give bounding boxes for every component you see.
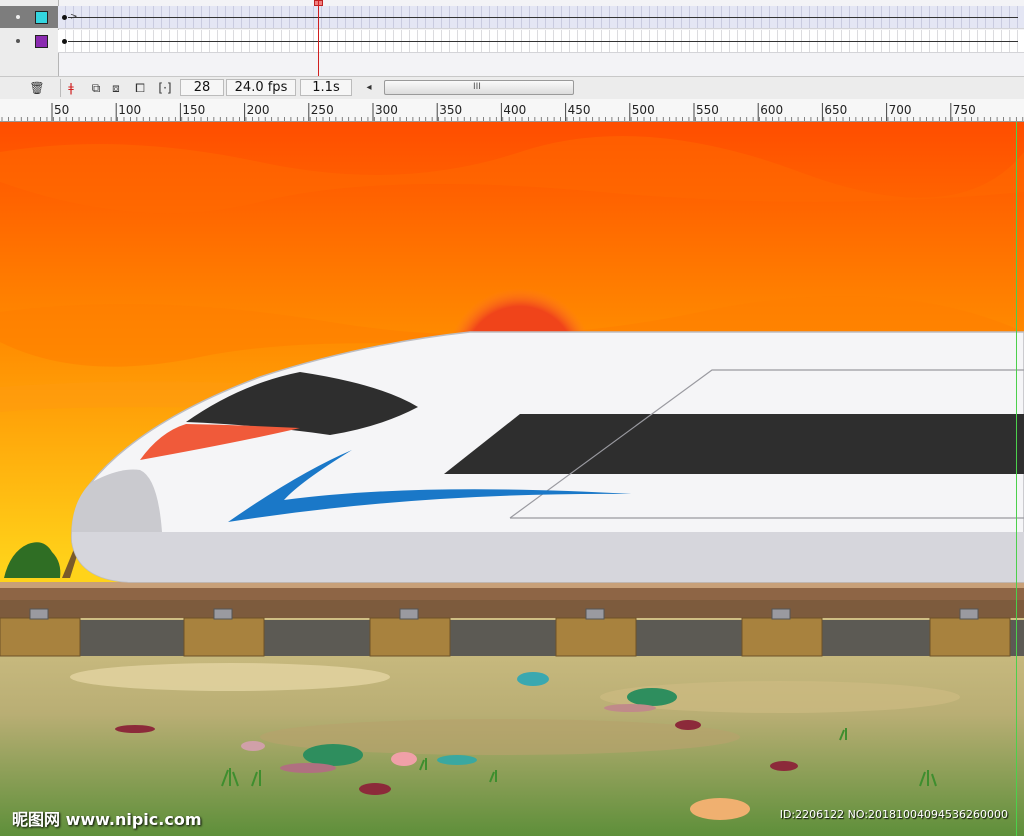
frame-grid[interactable]: >: [58, 0, 1024, 76]
pebble: [627, 688, 677, 706]
rail-sleeper: [369, 617, 451, 657]
keyframe-marker[interactable]: [62, 15, 67, 20]
pebble: [241, 741, 265, 751]
ruler-tick-label: 150: [182, 103, 205, 117]
layer-visibility-dot[interactable]: [16, 15, 20, 19]
stage-horizontal-ruler: 50 100 150 200 250 300 350 400 450 500 550 600 650 70…: [0, 99, 1024, 122]
ruler-tick-label: 500: [632, 103, 655, 117]
rail: [0, 582, 1024, 588]
layer-row-2[interactable]: [0, 30, 58, 52]
ruler-ticks: 50 100 150 200 250 300 350 400 450 500 550 600 650 70…: [1, 103, 1024, 121]
center-frame-icon[interactable]: ǂ: [64, 81, 78, 95]
layer-row-1[interactable]: [0, 6, 58, 28]
train-side-window-band: [444, 414, 1024, 474]
rail-sleeper: [741, 617, 823, 657]
pebble: [604, 704, 656, 712]
scrollbar-grip[interactable]: III: [473, 81, 481, 94]
scroll-left-arrow-icon[interactable]: ◂: [364, 81, 374, 95]
divider: [60, 79, 61, 97]
motion-tween-line: [68, 17, 1018, 18]
ruler-tick-label: 50: [54, 103, 69, 117]
rail-sleeper: [183, 617, 265, 657]
keyframe-marker[interactable]: [62, 39, 67, 44]
stage-edge-guide: [1016, 122, 1017, 836]
watermark-id: ID:2206122 NO:20181004094536260000: [779, 808, 1008, 821]
rail-sleeper: [929, 617, 1011, 657]
ruler-tick-label: 700: [889, 103, 912, 117]
frame-span-line: [68, 41, 1018, 42]
ruler-tick-label: 250: [311, 103, 334, 117]
pebble: [517, 672, 549, 686]
rail-bolt: [213, 608, 233, 620]
pebble: [770, 761, 798, 771]
watermark-logo: 昵图网 www.nipic.com: [12, 810, 202, 829]
layer-outline-color-swatch[interactable]: [35, 11, 48, 24]
modify-onion-markers-icon[interactable]: [·]: [156, 81, 174, 95]
edit-multiple-frames-icon[interactable]: ⧠: [132, 81, 148, 95]
rail-bolt: [771, 608, 791, 620]
current-frame-field: 28: [180, 79, 224, 96]
rail-base: [0, 588, 1024, 600]
rail-bolt: [585, 608, 605, 620]
ruler-tick-label: 650: [824, 103, 847, 117]
ruler-tick-label: 450: [568, 103, 591, 117]
pebble: [675, 720, 701, 730]
frame-row-1[interactable]: >: [58, 6, 1024, 29]
dirt-patch: [70, 663, 390, 691]
timeline-statusbar: 🗑 ǂ ⧉ ⧈ ⧠ [·] 28 24.0 fps 1.1s ◂ III: [0, 76, 1024, 100]
rail-sleeper: [0, 617, 81, 657]
elapsed-time-field: 1.1s: [300, 79, 352, 96]
delete-layer-trash-icon[interactable]: 🗑: [28, 81, 46, 95]
onion-skin-outlines-icon[interactable]: ⧈: [108, 81, 124, 95]
ruler-tick-label: 550: [696, 103, 719, 117]
pebble: [690, 798, 750, 820]
playhead-line: [318, 0, 319, 76]
pebble: [115, 725, 155, 733]
ruler-tick-label: 200: [247, 103, 270, 117]
layer-outline-color-swatch[interactable]: [35, 35, 48, 48]
stage-artwork: [0, 122, 1024, 836]
rail-sleeper: [555, 617, 637, 657]
pebble: [391, 752, 417, 766]
stage-canvas[interactable]: [0, 122, 1024, 836]
layer-list: [0, 0, 59, 76]
pebble: [303, 744, 363, 766]
ruler-tick-label: 300: [375, 103, 398, 117]
ruler-tick-label: 400: [503, 103, 526, 117]
timeline-panel: >: [0, 0, 1024, 77]
pebble: [280, 763, 336, 773]
rail-bolt: [29, 608, 49, 620]
ruler-tick-label: 750: [953, 103, 976, 117]
layer-visibility-dot[interactable]: [16, 39, 20, 43]
ballast: [0, 620, 1024, 656]
frame-row-2[interactable]: [58, 30, 1024, 53]
frame-rate-field[interactable]: 24.0 fps: [226, 79, 296, 96]
onion-skin-icon[interactable]: ⧉: [88, 81, 104, 95]
timeline-horizontal-scrollbar[interactable]: III: [384, 80, 574, 95]
ruler-tick-label: 600: [760, 103, 783, 117]
pebble: [359, 783, 391, 795]
ruler-tick-label: 350: [439, 103, 462, 117]
ruler-tick-label: 100: [118, 103, 141, 117]
pebble: [437, 755, 477, 765]
rail-bolt: [399, 608, 419, 620]
rail-bolt: [959, 608, 979, 620]
